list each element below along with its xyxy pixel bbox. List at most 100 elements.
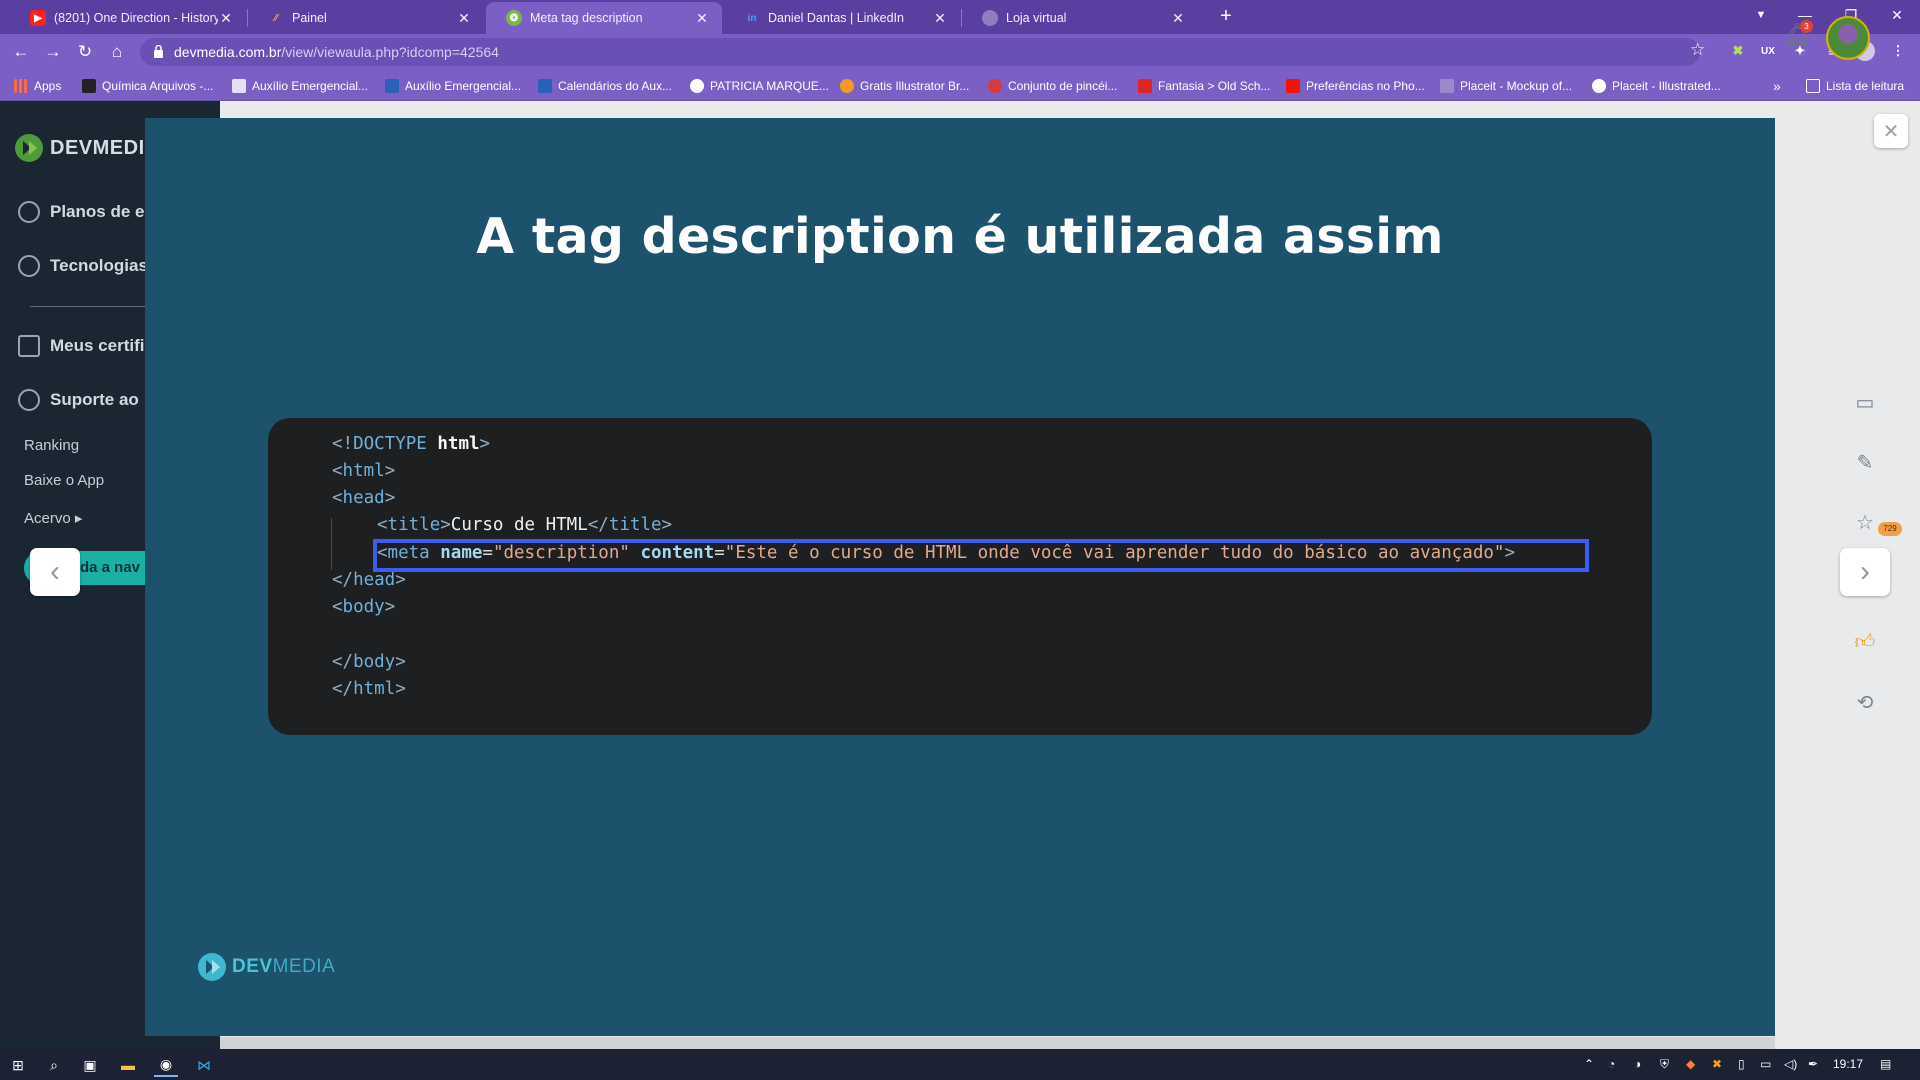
extension-icon[interactable]: ✖ [1728, 41, 1748, 61]
windows-start-icon[interactable]: ⊞ [6, 1053, 30, 1077]
red-circle-bookmark-icon [988, 79, 1002, 93]
volume-icon[interactable]: ◁) [1784, 1057, 1797, 1071]
system-clock[interactable]: 19:17 [1833, 1057, 1863, 1071]
chevron-left-icon: ‹ [50, 555, 60, 588]
close-icon[interactable]: ✕ [218, 10, 234, 27]
back-icon[interactable]: ← [10, 41, 32, 63]
notification-center-icon[interactable]: ▤ [1880, 1057, 1891, 1071]
bookmark-item[interactable]: Calendários do Aux... [538, 76, 672, 96]
tray-app-icon[interactable]: ◆ [1686, 1057, 1695, 1071]
sidebar-item-tecnologias[interactable]: Tecnologias [18, 255, 148, 277]
code-line: </body> [332, 652, 406, 672]
profile-menu-icon[interactable]: ▼ [1738, 0, 1784, 30]
code-line: </html> [332, 679, 406, 699]
tray-app-icon[interactable]: ◔ [1608, 1057, 1615, 1071]
bookmark-label: Preferências no Pho... [1306, 79, 1425, 93]
bookmark-item[interactable]: Preferências no Pho... [1286, 76, 1425, 96]
tab-linkedin[interactable]: in Daniel Dantas | LinkedIn ✕ [724, 2, 960, 34]
chrome-icon[interactable]: ◉ [154, 1053, 178, 1077]
sidebar-item-planos[interactable]: Planos de e [18, 201, 144, 223]
sidebar-link-ranking[interactable]: Ranking [24, 437, 79, 454]
url-host: devmedia.com.br [174, 44, 282, 60]
bookmark-item[interactable]: Conjunto de pincéi... [988, 76, 1117, 96]
search-icon[interactable]: ⌕ [42, 1053, 66, 1077]
devmedia-logo-icon [198, 953, 226, 981]
apps-grid-icon [14, 79, 28, 93]
ux-extension-icon[interactable]: UX [1758, 41, 1778, 61]
sidebar-link-acervo[interactable]: Acervo ▸ [24, 509, 82, 527]
new-tab-button[interactable]: + [1213, 5, 1239, 29]
bookmark-item[interactable]: Auxílio Emergencial... [232, 76, 368, 96]
bookmark-item[interactable]: Placeit - Mockup of... [1440, 76, 1572, 96]
pen-icon[interactable]: ✒ [1808, 1057, 1818, 1071]
bookmark-label: Gratis Illustrator Br... [860, 79, 970, 93]
close-icon[interactable]: ✕ [932, 10, 948, 27]
tab-youtube[interactable]: ▶ (8201) One Direction - History (O ✕ [10, 2, 246, 34]
bookmark-label: Apps [34, 79, 62, 93]
notification-count-badge: 3 [1800, 20, 1813, 33]
bookmark-item[interactable]: Química Arquivos -... [82, 76, 213, 96]
star-icon[interactable]: ☆ [1852, 510, 1878, 534]
tab-meta-tag-description[interactable]: ❂ Meta tag description ✕ [486, 2, 722, 34]
share-icon[interactable]: ⟲ [1852, 690, 1878, 714]
next-slide-button[interactable]: › [1840, 548, 1890, 596]
user-avatar[interactable] [1826, 16, 1870, 60]
bookmark-label: Química Arquivos -... [102, 79, 214, 93]
bookmark-item[interactable]: Placeit - Illustrated... [1592, 76, 1721, 96]
tab-title: Daniel Dantas | LinkedIn [768, 11, 904, 25]
tray-overflow-icon[interactable]: ⌃ [1584, 1057, 1594, 1071]
tray-shield-icon[interactable]: ⛨ [1660, 1057, 1669, 1072]
chart-icon [18, 201, 40, 223]
previous-slide-button[interactable]: ‹ [30, 548, 80, 596]
bookmarks-overflow-button[interactable]: » [1773, 76, 1781, 96]
tab-title: Meta tag description [530, 11, 643, 25]
sidebar-logo[interactable]: DEVMEDIA [14, 133, 160, 163]
bookmark-label: Conjunto de pincéi... [1008, 79, 1118, 93]
tray-app-icon[interactable]: ✖ [1712, 1057, 1722, 1071]
reading-list-icon [1806, 79, 1820, 93]
bookmarks-bar: Apps Química Arquivos -... Auxílio Emerg… [0, 70, 1920, 101]
bookmark-item[interactable]: Auxílio Emergencial... [385, 76, 521, 96]
tray-app-icon[interactable]: ◑ [1634, 1057, 1641, 1071]
file-explorer-icon[interactable]: ▬ [116, 1053, 140, 1077]
browser-tab-strip: ▶ (8201) One Direction - History (O ✕ ⁄⁄… [0, 0, 1920, 34]
code-block: <!DOCTYPE html> <html> <head> <title>Cur… [268, 418, 1652, 735]
home-icon[interactable]: ⌂ [106, 41, 128, 63]
bookmark-label: Placeit - Mockup of... [1460, 79, 1573, 93]
battery-icon[interactable]: ▯ [1738, 1057, 1745, 1071]
code-line: <head> [332, 488, 396, 508]
network-icon[interactable]: ▭ [1760, 1057, 1771, 1071]
close-window-button[interactable]: ✕ [1874, 0, 1920, 30]
sidebar-item-suporte[interactable]: Suporte ao [18, 389, 139, 411]
address-bar[interactable]: devmedia.com.br/view/viewaula.php?idcomp… [140, 38, 1700, 66]
adobe-icon [1286, 79, 1300, 93]
tab-painel[interactable]: ⁄⁄ Painel ✕ [248, 2, 484, 34]
painel-icon: ⁄⁄ [274, 12, 278, 24]
bookmark-label: PATRICIA MARQUE... [710, 79, 829, 93]
sidebar-item-label: Suporte ao [50, 390, 139, 409]
bookmark-apps[interactable]: Apps [14, 76, 61, 96]
reload-icon[interactable]: ↻ [74, 41, 96, 63]
bookmark-star-icon[interactable]: ☆ [1690, 40, 1705, 60]
sidebar-link-baixe-app[interactable]: Baixe o App [24, 472, 104, 489]
tab-loja-virtual[interactable]: Loja virtual ✕ [962, 2, 1198, 34]
close-icon[interactable]: ✕ [694, 10, 710, 27]
close-icon[interactable]: ✕ [1170, 10, 1186, 27]
bookmark-item[interactable]: Gratis Illustrator Br... [840, 76, 969, 96]
quimica-icon [82, 79, 96, 93]
notes-icon[interactable]: ✎ [1852, 450, 1878, 474]
comment-icon[interactable]: ▭ [1852, 390, 1878, 414]
reading-list-button[interactable]: Lista de leitura [1806, 76, 1904, 96]
vscode-icon[interactable]: ⋈ [192, 1053, 216, 1077]
like-icon[interactable]: 👍︎ [1852, 630, 1878, 654]
code-line: <body> [332, 597, 396, 617]
bookmark-item[interactable]: Fantasia > Old Sch... [1138, 76, 1270, 96]
bookmark-item[interactable]: PATRICIA MARQUE... [690, 76, 829, 96]
sidebar-item-certificados[interactable]: Meus certifi [18, 335, 144, 357]
close-icon[interactable]: ✕ [456, 10, 472, 27]
linkedin-icon: in [747, 12, 757, 24]
forward-icon[interactable]: → [42, 41, 64, 63]
close-slide-button[interactable]: ✕ [1874, 114, 1908, 148]
menu-kebab-icon[interactable]: ⋮ [1888, 41, 1908, 61]
task-view-icon[interactable]: ▣ [78, 1053, 102, 1077]
